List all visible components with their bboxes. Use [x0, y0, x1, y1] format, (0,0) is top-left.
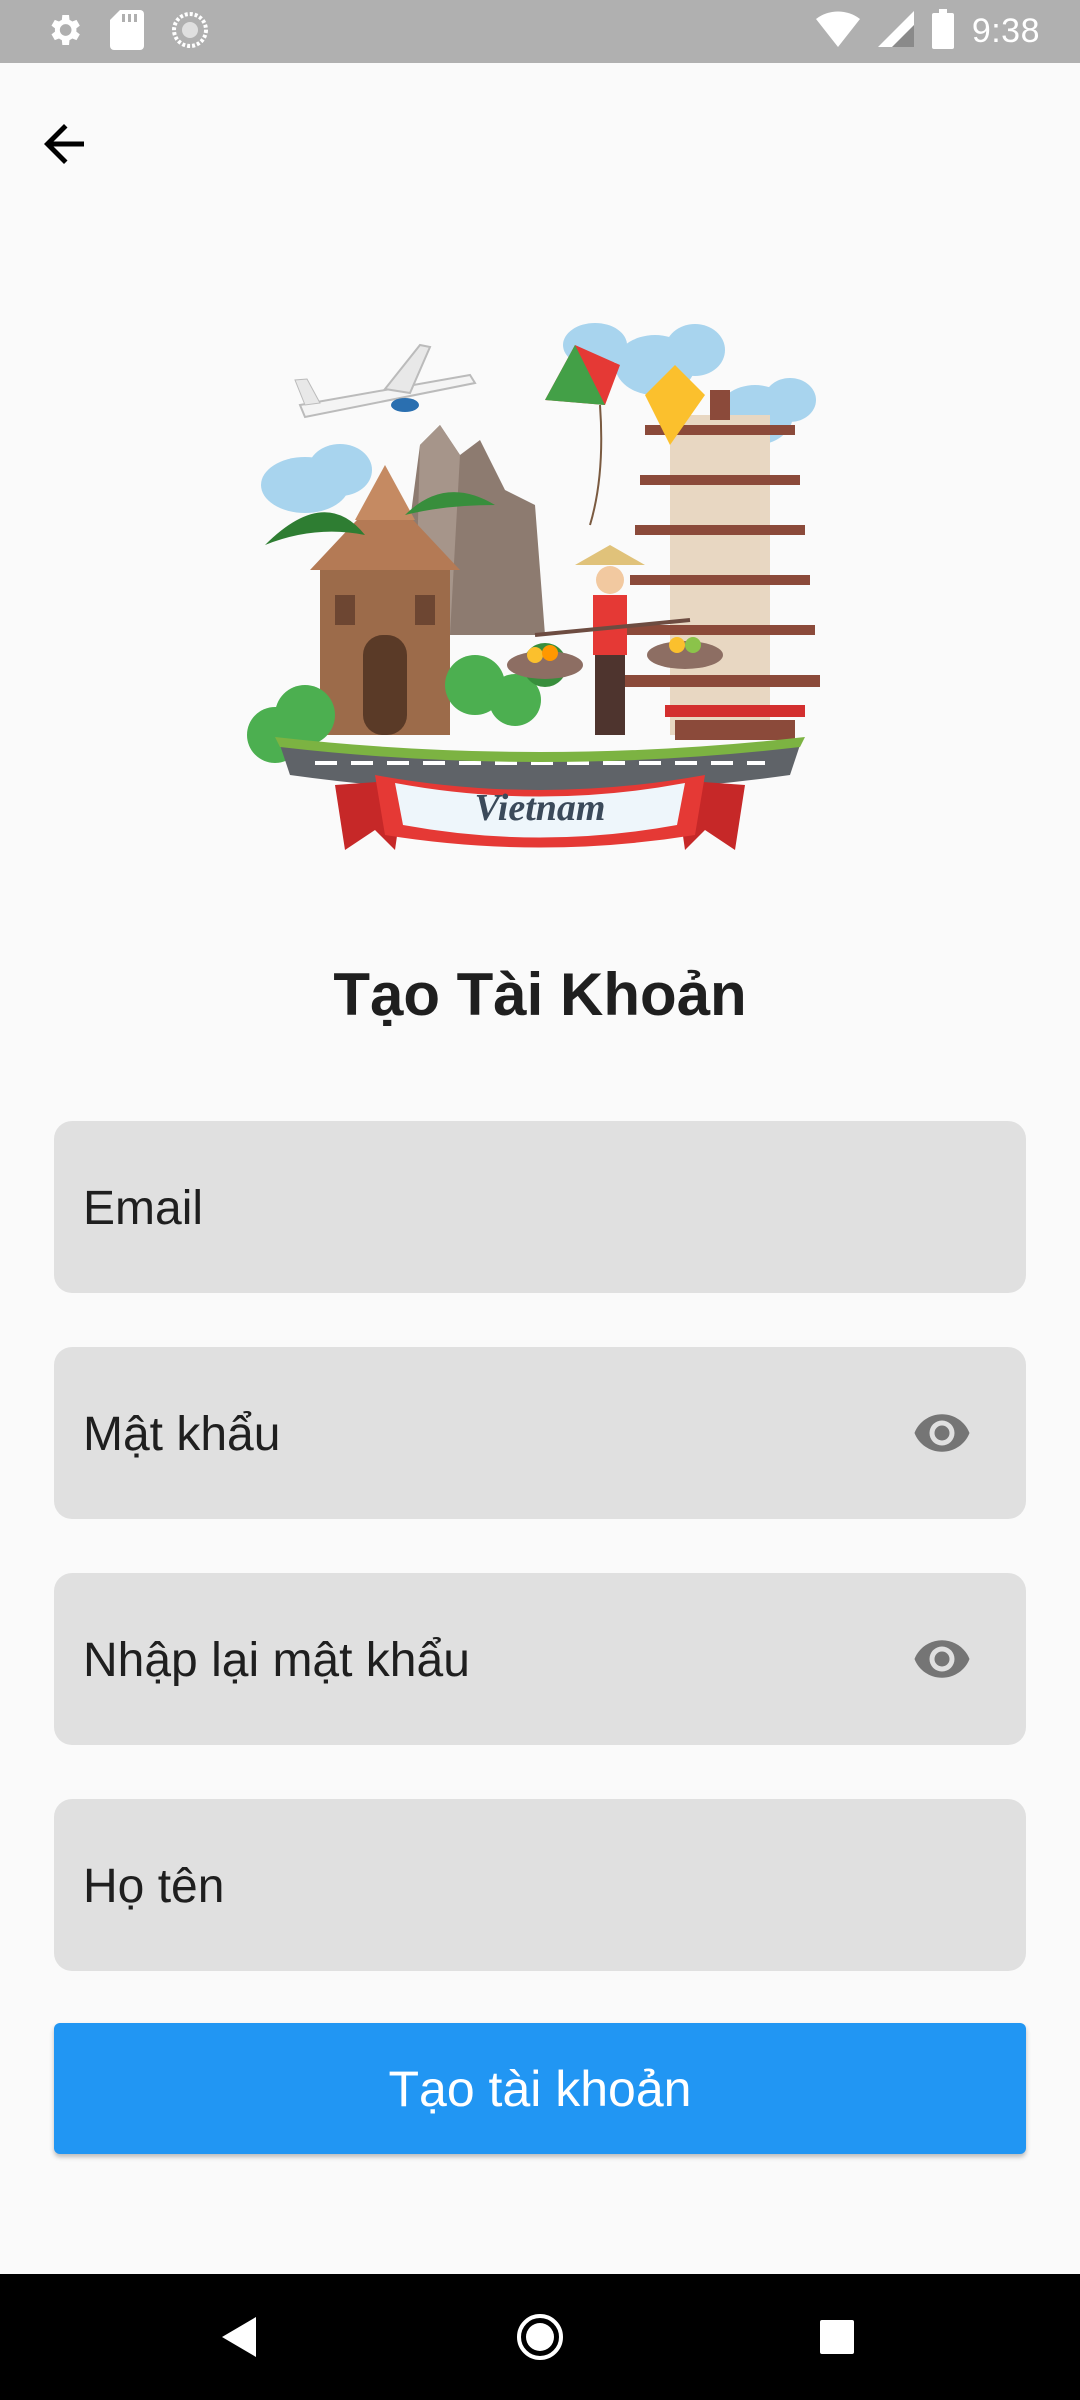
- eye-icon: [914, 1640, 970, 1678]
- back-button[interactable]: [28, 108, 100, 180]
- wifi-icon: [815, 10, 860, 52]
- confirm-password-visibility-toggle[interactable]: [910, 1629, 974, 1689]
- banner-text: Vietnam: [475, 787, 606, 829]
- sync-icon: [170, 10, 210, 55]
- nav-recents-button[interactable]: [802, 2302, 872, 2372]
- home-circle-icon: [517, 2314, 563, 2360]
- email-field[interactable]: [54, 1121, 1026, 1295]
- signal-icon: [877, 10, 914, 52]
- recents-square-icon: [820, 2320, 854, 2354]
- status-time: 9:38: [971, 12, 1040, 50]
- confirm-password-field[interactable]: [54, 1573, 1026, 1747]
- eye-icon: [914, 1414, 970, 1452]
- gear-icon: [44, 10, 84, 55]
- password-visibility-toggle[interactable]: [910, 1403, 974, 1463]
- password-input[interactable]: [81, 1347, 885, 1521]
- sd-card-icon: [110, 10, 144, 55]
- fullname-input[interactable]: [81, 1799, 885, 1973]
- pagoda: [620, 390, 820, 740]
- password-field[interactable]: [54, 1347, 1026, 1521]
- fullname-field[interactable]: [54, 1799, 1026, 1973]
- status-bar: 9:38: [0, 0, 1080, 63]
- arrow-back-icon: [44, 124, 84, 164]
- nav-home-button[interactable]: [505, 2302, 575, 2372]
- page-title: Tạo Tài Khoản: [333, 961, 747, 1028]
- back-triangle-icon: [222, 2317, 256, 2357]
- airplane-icon: [294, 343, 477, 419]
- battery-icon: [931, 8, 954, 54]
- navigation-bar: [0, 2274, 1080, 2400]
- email-input[interactable]: [81, 1121, 885, 1295]
- create-account-button[interactable]: Tạo tài khoản: [54, 2023, 1026, 2154]
- vietnam-illustration: Vietnam: [245, 305, 835, 855]
- confirm-password-input[interactable]: [81, 1573, 885, 1747]
- nav-back-button[interactable]: [205, 2302, 275, 2372]
